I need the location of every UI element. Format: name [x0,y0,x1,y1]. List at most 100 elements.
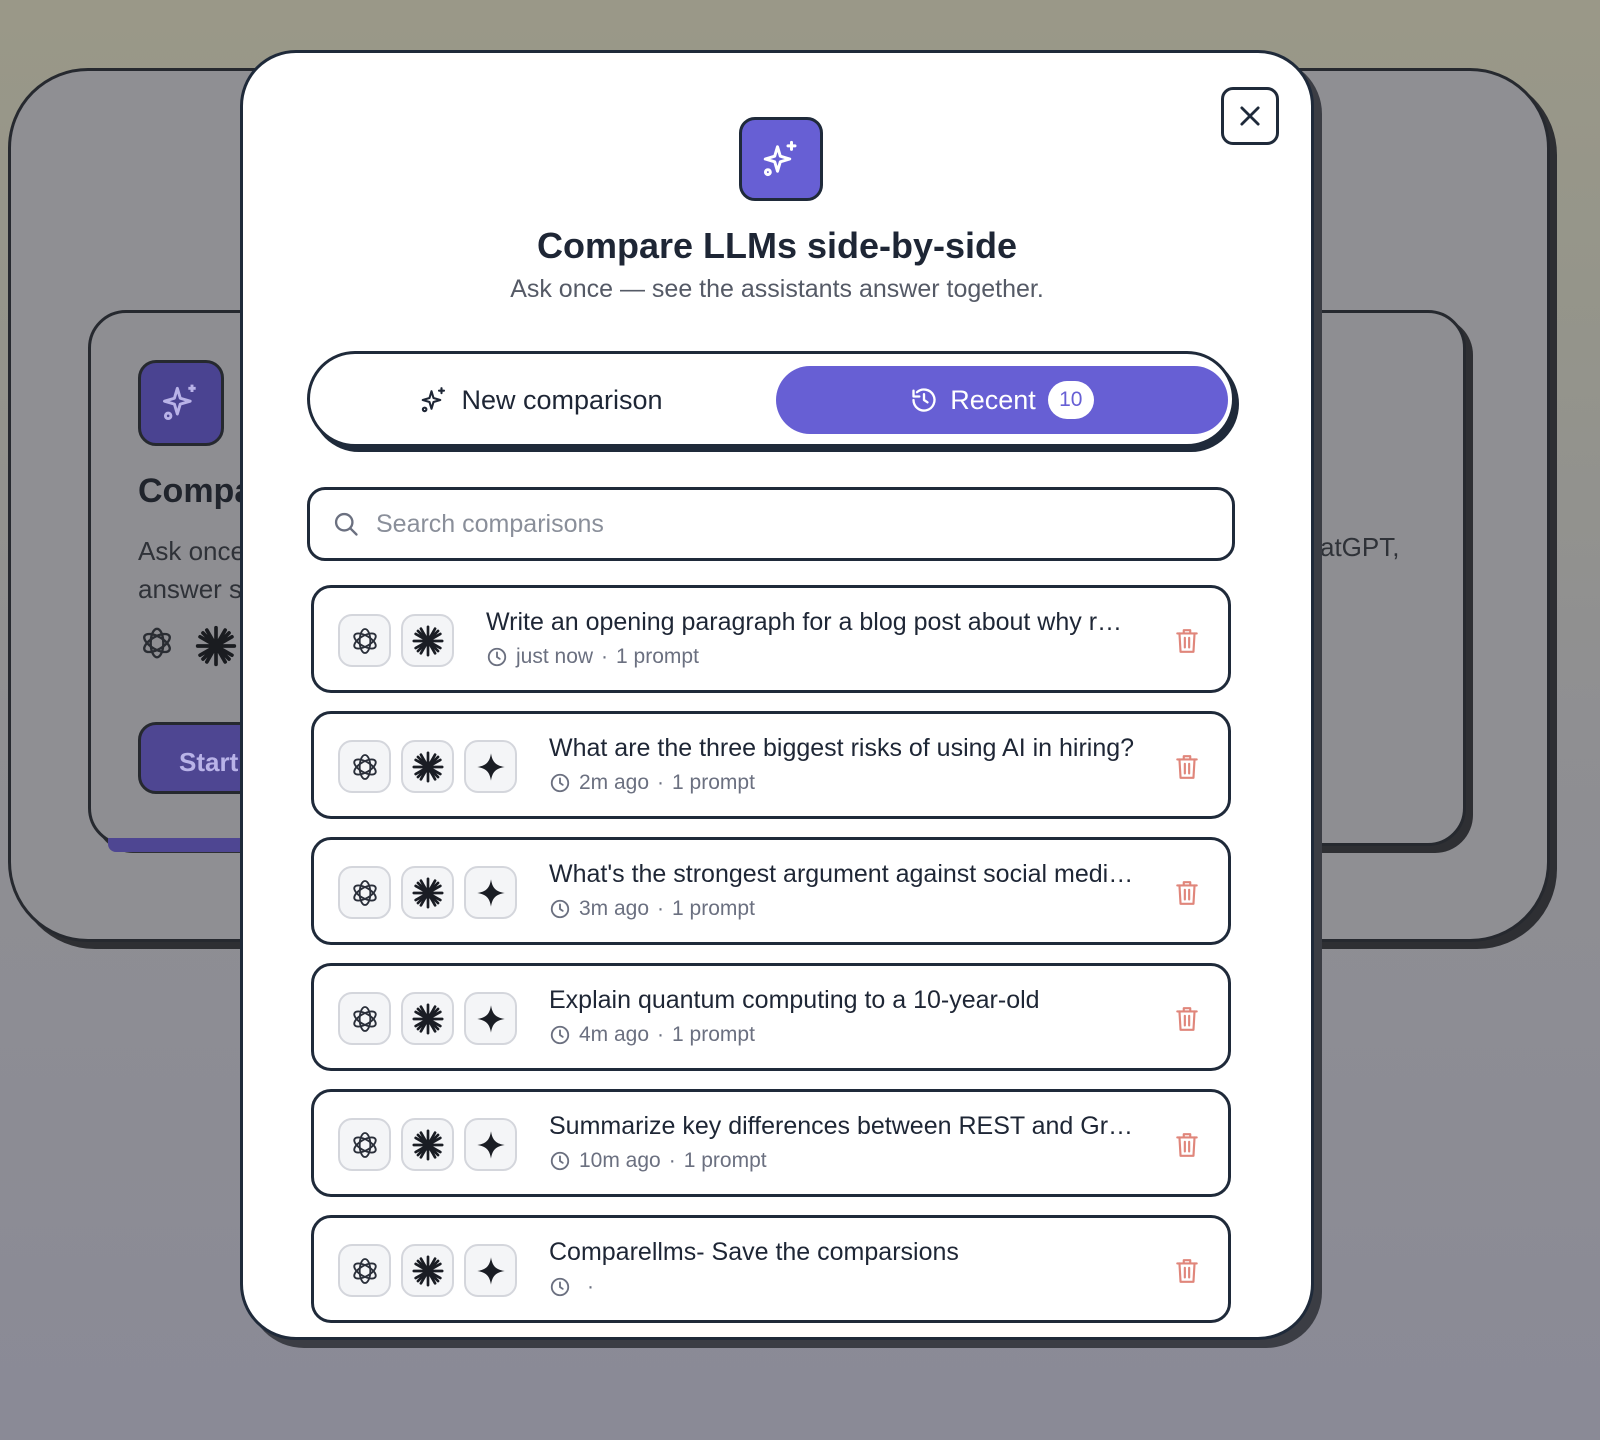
model-icons [338,866,517,919]
search-bar [307,487,1235,561]
meta-separator: · [601,645,609,668]
delete-button[interactable] [1172,626,1202,656]
gemini-chip [464,1118,517,1171]
chatgpt-chip [338,1118,391,1171]
background-title: Compa [138,472,254,510]
chatgpt-chip [338,992,391,1045]
chatgpt-icon [352,753,377,780]
recent-count-badge: 10 [1047,381,1094,419]
gemini-icon [476,752,505,781]
item-time: 2m ago [579,771,650,794]
claude-icon [411,624,444,657]
tab-new-label: New comparison [461,384,663,415]
history-icon [912,388,936,412]
item-text: Write an opening paragraph for a blog po… [486,608,1144,669]
comparison-item[interactable]: Explain quantum computing to a 10-year-o… [311,963,1231,1071]
claude-chip [401,740,454,793]
gemini-icon [476,1130,505,1159]
claude-chip [401,866,454,919]
chatgpt-icon [352,879,377,906]
delete-button[interactable] [1172,1004,1202,1034]
clock-icon [487,647,507,667]
claude-icon [411,1254,444,1287]
clock-icon [550,899,570,919]
comparison-item[interactable]: Write an opening paragraph for a blog po… [311,585,1231,693]
claude-icon [195,625,237,667]
trash-icon [1176,881,1198,905]
compare-modal: Compare LLMs side-by-side Ask once — see… [240,50,1314,1340]
delete-button[interactable] [1172,878,1202,908]
background-model-icons [138,624,238,668]
model-icons [338,1118,517,1171]
delete-button[interactable] [1172,752,1202,782]
item-text: Comparellms- Save the comparsions · [549,1238,1144,1299]
model-icons [338,614,454,667]
delete-button[interactable] [1172,1130,1202,1160]
meta-separator: · [668,1149,676,1172]
tab-new-comparison[interactable]: New comparison [318,366,764,434]
trash-icon [1176,1133,1198,1157]
comparison-item[interactable]: What's the strongest argument against so… [311,837,1231,945]
item-time: 10m ago [579,1149,661,1172]
item-prompt: Comparellms- Save the comparsions [549,1238,959,1266]
item-meta: 10m ago · 1 prompt [549,1149,1144,1173]
comparison-item[interactable]: What are the three biggest risks of usin… [311,711,1231,819]
item-prompt: What are the three biggest risks of usin… [549,734,1135,762]
item-text: Explain quantum computing to a 10-year-o… [549,986,1144,1047]
background-logo [138,360,224,446]
item-text: What's the strongest argument against so… [549,860,1144,921]
background-description-right: atGPT, [1320,532,1400,562]
meta-separator: · [657,1023,665,1046]
item-prompt: Explain quantum computing to a 10-year-o… [549,986,1040,1014]
model-icons [338,992,517,1045]
chatgpt-chip [338,740,391,793]
clock-icon [550,1277,570,1297]
claude-icon [411,750,444,783]
search-icon [334,512,358,536]
item-prompt: Write an opening paragraph for a blog po… [486,608,1123,636]
chatgpt-chip [338,614,391,667]
item-meta: 2m ago · 1 prompt [549,771,1144,795]
clock-icon [550,1025,570,1045]
item-time: just now [516,645,594,668]
tab-recent-label: Recent [950,384,1036,415]
tab-recent[interactable]: Recent 10 [776,366,1228,434]
gemini-icon [476,1256,505,1285]
gemini-chip [464,740,517,793]
app-logo [739,117,823,201]
chatgpt-icon [352,627,377,654]
comparison-item[interactable]: Comparellms- Save the comparsions · [311,1215,1231,1323]
mode-tabs: New comparison Recent 10 [307,351,1235,447]
background-accent [108,838,258,852]
chatgpt-icon [352,1005,377,1032]
item-prompt-count: 1 prompt [672,771,755,794]
item-prompt-count: 1 prompt [683,1149,767,1172]
item-prompt-count: 1 prompt [672,1023,755,1046]
clock-icon [550,1151,570,1171]
chatgpt-icon [143,627,171,659]
meta-separator: · [657,897,665,920]
recent-list: Write an opening paragraph for a blog po… [307,585,1235,1335]
delete-button[interactable] [1172,1256,1202,1286]
trash-icon [1176,755,1198,779]
close-icon [1240,106,1260,126]
trash-icon [1176,1007,1198,1031]
modal-subtitle: Ask once — see the assistants answer tog… [510,275,1044,303]
chatgpt-chip [338,866,391,919]
claude-chip [401,1244,454,1297]
claude-icon [411,876,444,909]
item-meta: just now · 1 prompt [486,645,1144,669]
claude-icon [411,1128,444,1161]
item-time: 4m ago [579,1023,650,1046]
item-time: 3m ago [579,897,650,920]
item-meta: 4m ago · 1 prompt [549,1023,1144,1047]
search-input[interactable] [376,509,1196,539]
claude-chip [401,1118,454,1171]
item-prompt-count: 1 prompt [672,897,755,920]
item-prompt: Summarize key differences between REST a… [549,1112,1134,1140]
chatgpt-chip [338,1244,391,1297]
trash-icon [1176,1259,1198,1283]
close-button[interactable] [1221,87,1279,145]
comparison-item[interactable]: Summarize key differences between REST a… [311,1089,1231,1197]
claude-icon [411,1002,444,1035]
